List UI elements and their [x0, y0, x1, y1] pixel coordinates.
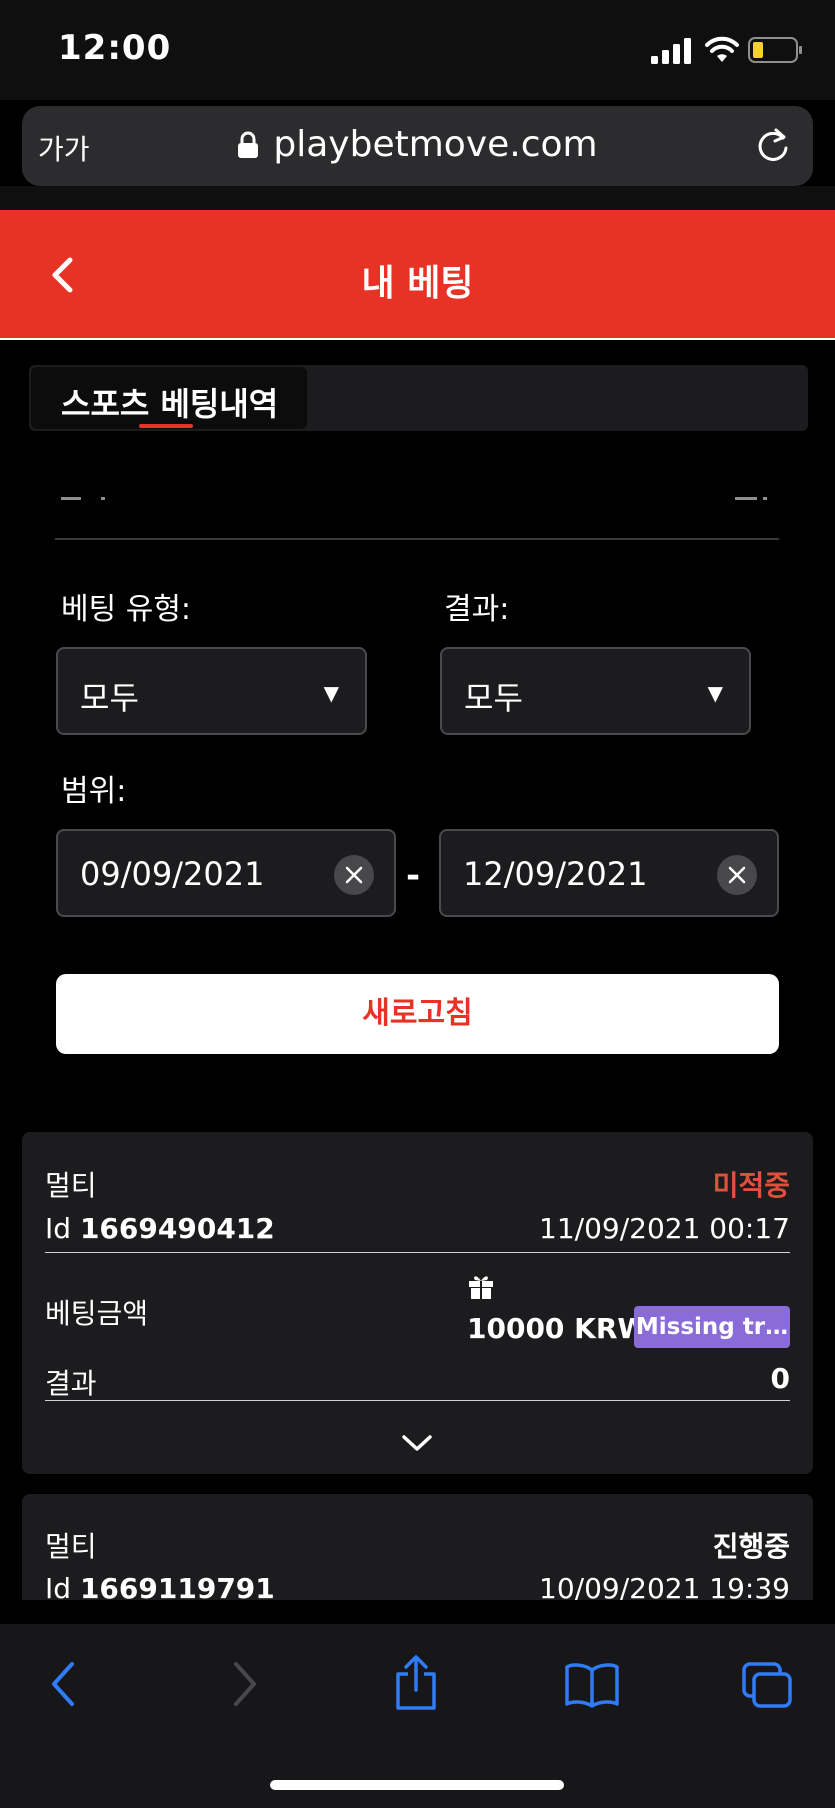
status-time: 12:00: [58, 28, 172, 68]
divider: [45, 1400, 790, 1401]
signal-icon: [651, 38, 691, 64]
date-to-field[interactable]: 12/09/2021: [439, 829, 779, 917]
close-icon: [728, 866, 746, 884]
dropdown-arrow-icon: ▼: [323, 681, 339, 705]
result-filter-label: 결과:: [444, 592, 510, 627]
result-label: 결과: [45, 1367, 97, 1400]
bookmarks-icon[interactable]: [564, 1662, 620, 1708]
address-bar[interactable]: 가가 playbetmove.com: [22, 106, 813, 186]
bet-amount-label: 베팅금액: [45, 1297, 149, 1330]
bet-type: 멀티: [45, 1530, 97, 1563]
tab-label: 스포츠 베팅내역: [61, 385, 279, 423]
bet-id-prefix: Id: [45, 1212, 72, 1245]
bet-datetime: 10/09/2021 19:39: [539, 1572, 790, 1600]
dropdown-arrow-icon: ▼: [707, 681, 723, 705]
bet-amount: 10000 KRW: [467, 1312, 649, 1345]
url-text: playbetmove.com: [273, 124, 598, 165]
share-icon[interactable]: [390, 1654, 442, 1712]
bet-datetime: 11/09/2021 00:17: [539, 1212, 790, 1245]
wifi-icon: [705, 36, 739, 62]
page-title: 내 베팅: [361, 263, 474, 304]
close-icon: [345, 866, 363, 884]
forward-icon[interactable]: [224, 1660, 264, 1708]
chevron-down-icon[interactable]: [400, 1432, 434, 1454]
lock-icon: [238, 131, 259, 158]
page-header: 내 베팅: [0, 210, 835, 340]
clear-date-to-button[interactable]: [717, 855, 757, 895]
bet-status: 진행중: [712, 1530, 790, 1563]
bet-type-label: 베팅 유형:: [61, 592, 192, 627]
status-bar: 12:00: [0, 0, 835, 100]
date-from-value: 09/09/2021: [80, 855, 265, 893]
refresh-button[interactable]: 새로고침: [56, 974, 779, 1054]
home-indicator: [270, 1780, 564, 1790]
bet-type-value: 모두: [80, 679, 139, 717]
result-select[interactable]: 모두 ▼: [440, 647, 751, 735]
browser-chrome-gap: [0, 186, 835, 210]
date-from-field[interactable]: 09/09/2021: [56, 829, 396, 917]
divider: [45, 1252, 790, 1253]
bet-id-number: 1669490412: [79, 1212, 275, 1245]
date-to-value: 12/09/2021: [463, 855, 648, 893]
bet-status: 미적중: [712, 1169, 790, 1202]
scrolled-content-edge: [61, 497, 767, 500]
tab-sports-bets[interactable]: 스포츠 베팅내역: [31, 367, 307, 429]
bonus-badge: Missing tr…: [634, 1306, 790, 1348]
battery-icon: [748, 37, 802, 63]
tab-bar: 스포츠 베팅내역: [29, 365, 808, 431]
gift-icon: [469, 1276, 493, 1299]
divider: [55, 538, 779, 540]
bet-id-prefix: Id: [45, 1572, 72, 1600]
bet-id-number: 1669119791: [79, 1572, 275, 1600]
result-value: 모두: [464, 679, 523, 717]
bet-type-select[interactable]: 모두 ▼: [56, 647, 367, 735]
tabs-icon[interactable]: [740, 1660, 794, 1710]
bet-type: 멀티: [45, 1169, 97, 1202]
date-separator: -: [406, 856, 421, 896]
result-value: 0: [770, 1362, 790, 1395]
bet-id: Id 1669119791: [45, 1572, 275, 1600]
reload-icon[interactable]: [753, 126, 793, 166]
range-label: 범위:: [61, 774, 127, 809]
bet-id: Id 1669490412: [45, 1212, 275, 1245]
clear-date-from-button[interactable]: [334, 855, 374, 895]
tab-active-indicator: [139, 424, 193, 428]
url-field[interactable]: playbetmove.com: [22, 124, 813, 165]
back-icon[interactable]: [44, 1660, 84, 1708]
